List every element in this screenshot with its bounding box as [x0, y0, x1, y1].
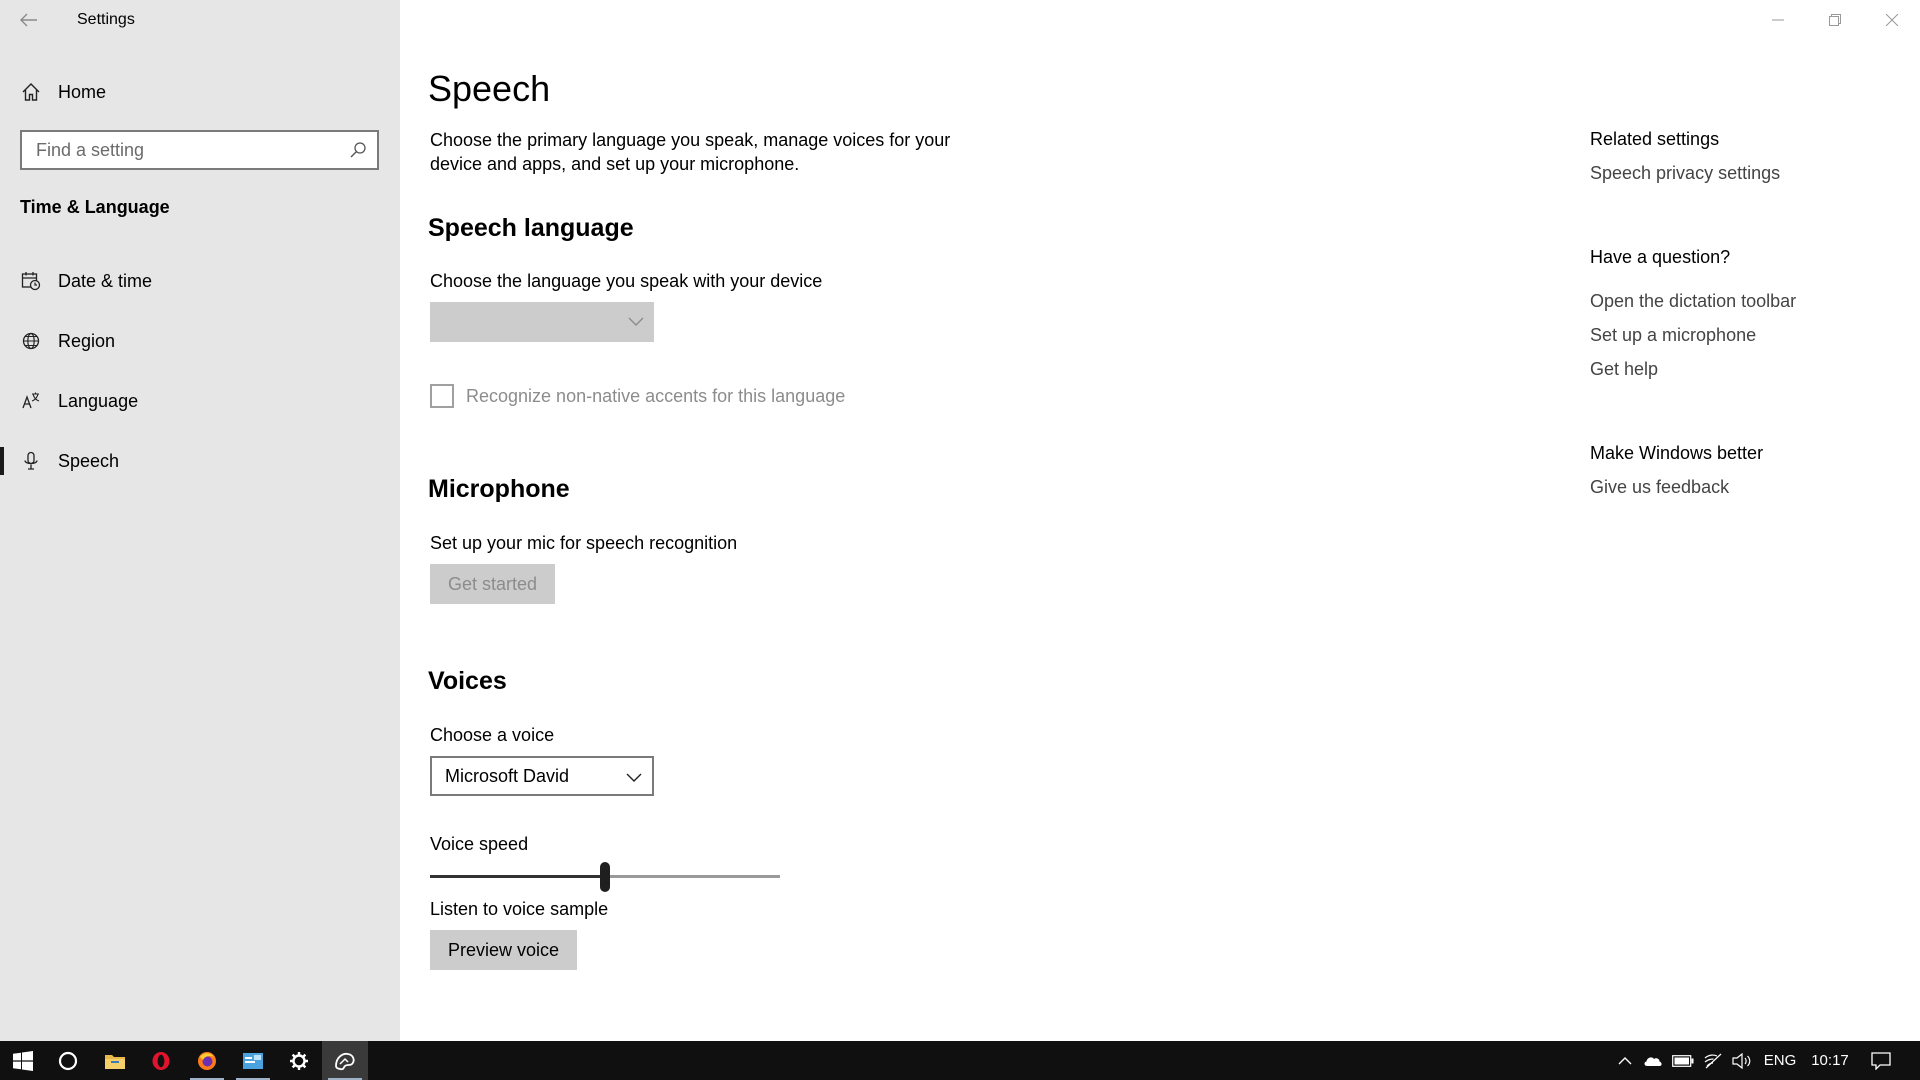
accents-checkbox-row[interactable]: Recognize non-native accents for this la… — [430, 384, 845, 408]
voice-speed-label: Voice speed — [430, 834, 529, 854]
page-title: Speech — [428, 68, 551, 109]
microphone-icon — [20, 450, 42, 472]
settings-icon — [290, 1051, 308, 1070]
app-icon — [243, 1052, 263, 1069]
sidebar-item-label: Language — [58, 390, 139, 411]
sidebar-item-date-time[interactable]: Date & time — [0, 257, 400, 305]
minimize-button[interactable] — [1749, 0, 1806, 40]
restore-icon — [1828, 14, 1841, 26]
speech-language-dropdown[interactable] — [430, 302, 654, 342]
sidebar: Settings Home Time & Language Date & tim… — [0, 0, 400, 1041]
sidebar-item-label: Region — [58, 330, 116, 351]
nav-home-label: Home — [58, 81, 107, 102]
search-icon[interactable] — [349, 141, 367, 159]
sidebar-item-region[interactable]: Region — [0, 317, 400, 365]
related-settings-heading: Related settings — [1590, 129, 1720, 149]
setup-microphone-link[interactable]: Set up a microphone — [1590, 325, 1756, 346]
sidebar-item-language[interactable]: Language — [0, 377, 400, 425]
minimize-icon — [1771, 19, 1784, 21]
voice-selected: Microsoft David — [445, 765, 570, 786]
active-indicator — [0, 447, 4, 475]
volume-icon — [1732, 1052, 1751, 1069]
firefox-icon — [198, 1051, 216, 1070]
start-icon — [13, 1050, 33, 1071]
get-started-button[interactable]: Get started — [430, 564, 556, 604]
voice-speed-slider[interactable] — [430, 862, 780, 892]
choose-voice-label: Choose a voice — [430, 725, 555, 745]
dictation-toolbar-link[interactable]: Open the dictation toolbar — [1590, 291, 1796, 312]
speech-language-label: Choose the language you speak with your … — [430, 271, 823, 291]
volume-button[interactable] — [1729, 1041, 1755, 1080]
taskbar-firefox[interactable] — [184, 1041, 230, 1080]
cortana-icon — [58, 1051, 78, 1070]
home-icon — [20, 81, 42, 103]
accents-checkbox-label: Recognize non-native accents for this la… — [466, 385, 846, 406]
battery-button[interactable] — [1670, 1041, 1696, 1080]
search-box[interactable] — [20, 130, 379, 170]
slider-fill — [430, 875, 605, 878]
voices-heading: Voices — [428, 667, 507, 695]
taskbar-file-explorer[interactable] — [92, 1041, 138, 1080]
globe-icon — [20, 330, 42, 352]
close-button[interactable] — [1863, 0, 1920, 40]
opera-icon — [152, 1051, 170, 1070]
speech-privacy-link[interactable]: Speech privacy settings — [1590, 163, 1780, 184]
microphone-heading: Microphone — [428, 475, 570, 503]
taskbar-paint[interactable] — [322, 1041, 368, 1080]
back-arrow-icon — [20, 13, 37, 27]
sidebar-item-speech[interactable]: Speech — [0, 437, 400, 485]
taskbar: ENG 10:17 — [0, 1041, 1920, 1080]
nav-home[interactable]: Home — [0, 74, 400, 110]
clock-button[interactable]: 10:17 — [1808, 1041, 1852, 1080]
title-bar: Settings — [0, 0, 400, 40]
start-button[interactable] — [0, 1041, 46, 1080]
app-title: Settings — [77, 11, 135, 28]
onedrive-icon — [1644, 1056, 1662, 1066]
restore-button[interactable] — [1806, 0, 1863, 40]
battery-icon — [1672, 1054, 1694, 1067]
back-button[interactable] — [18, 10, 40, 30]
window-controls — [1749, 0, 1920, 40]
onedrive-button[interactable] — [1640, 1041, 1666, 1080]
voice-sample-label: Listen to voice sample — [430, 899, 609, 919]
language-icon — [20, 390, 42, 412]
speech-language-heading: Speech language — [428, 214, 634, 242]
input-language-button[interactable]: ENG — [1760, 1041, 1800, 1080]
wifi-icon — [1704, 1053, 1722, 1068]
feedback-heading: Make Windows better — [1590, 443, 1764, 463]
action-center-icon — [1871, 1051, 1891, 1070]
get-help-link[interactable]: Get help — [1590, 359, 1658, 380]
accents-checkbox[interactable] — [430, 384, 454, 408]
page-description: Choose the primary language you speak, m… — [430, 130, 951, 174]
search-input[interactable] — [36, 139, 336, 161]
file-explorer-icon — [105, 1054, 125, 1069]
calendar-clock-icon — [20, 270, 42, 292]
slider-thumb[interactable] — [600, 862, 610, 892]
preview-voice-button[interactable]: Preview voice — [430, 930, 578, 970]
cortana-button[interactable] — [45, 1041, 91, 1080]
action-center-button[interactable] — [1866, 1041, 1896, 1080]
chevron-up-icon — [1618, 1056, 1632, 1064]
show-hidden-icons-button[interactable] — [1612, 1041, 1638, 1080]
microphone-label: Set up your mic for speech recognition — [430, 533, 738, 553]
paint-icon — [335, 1052, 355, 1070]
give-feedback-link[interactable]: Give us feedback — [1590, 477, 1729, 498]
voice-dropdown[interactable]: Microsoft David — [430, 756, 654, 796]
sidebar-item-label: Date & time — [58, 270, 153, 291]
chevron-down-icon — [628, 317, 644, 326]
taskbar-app[interactable] — [230, 1041, 276, 1080]
input-language: ENG — [1763, 1052, 1797, 1069]
clock-time: 10:17 — [1811, 1052, 1849, 1069]
section-title: Time & Language — [20, 197, 170, 217]
taskbar-settings[interactable] — [276, 1041, 322, 1080]
network-button[interactable] — [1700, 1041, 1726, 1080]
chevron-down-icon — [626, 773, 642, 782]
question-heading: Have a question? — [1590, 247, 1731, 267]
sidebar-item-label: Speech — [58, 450, 120, 471]
taskbar-opera[interactable] — [138, 1041, 184, 1080]
close-icon — [1885, 14, 1898, 26]
